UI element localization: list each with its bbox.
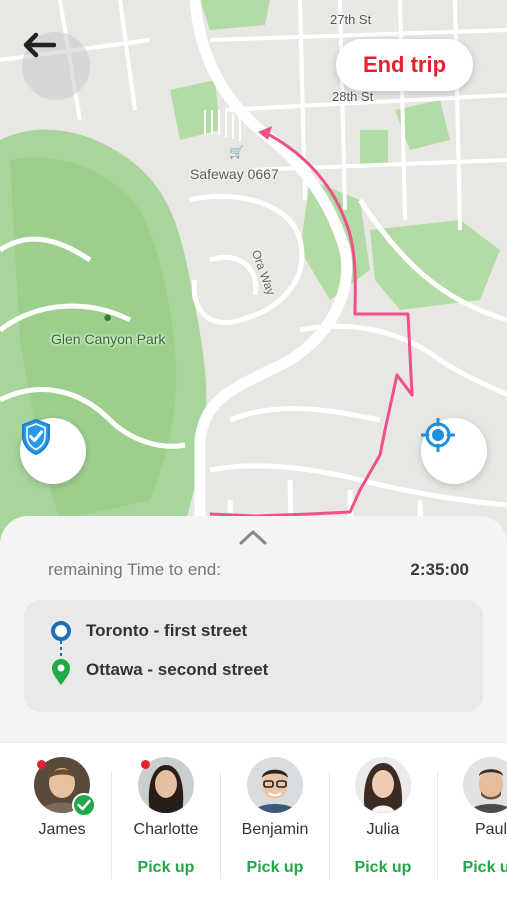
- pick-up-button[interactable]: Pick up: [437, 859, 507, 877]
- online-indicator: [141, 760, 150, 769]
- person-avatar-icon: [247, 757, 303, 813]
- online-indicator: [37, 760, 46, 769]
- pick-up-button[interactable]: Pick up: [112, 859, 220, 877]
- rider-name: Julia: [366, 821, 400, 838]
- locate-me-button[interactable]: [421, 418, 487, 484]
- park-label: Glen Canyon Park: [51, 331, 166, 347]
- pick-up-button[interactable]: Pick up: [221, 859, 329, 877]
- avatar[interactable]: [463, 757, 507, 813]
- destination-address: Ottawa - second street: [86, 660, 269, 679]
- rider-card[interactable]: Julia Pick up: [329, 757, 437, 887]
- avatar[interactable]: [247, 757, 303, 813]
- route-card: [24, 600, 483, 712]
- origin-address: Toronto - first street: [86, 621, 248, 640]
- crosshair-icon: [421, 418, 455, 452]
- back-button[interactable]: [22, 32, 90, 100]
- poi-store-label: Safeway 0667: [190, 166, 279, 182]
- rider-name: Paul: [474, 821, 507, 838]
- rider-name: James: [38, 821, 86, 838]
- map-view[interactable]: 27th St 28th St 🛒 Safeway 0667 Ora Way ●…: [0, 0, 507, 560]
- origin-circle-icon: [51, 621, 71, 641]
- checkmark-icon: [72, 793, 96, 817]
- arrow-left-icon: [23, 32, 56, 58]
- destination-pin-icon: [52, 659, 70, 685]
- end-trip-button[interactable]: End trip: [336, 39, 473, 91]
- rider-card[interactable]: Paul Pick up: [437, 757, 507, 887]
- avatar[interactable]: [355, 757, 411, 813]
- remaining-time-value: 2:35:00: [410, 560, 469, 579]
- remaining-time-label: remaining Time to end:: [48, 560, 221, 579]
- safety-button[interactable]: [20, 418, 86, 484]
- rider-card[interactable]: Charlotte Pick up: [112, 757, 220, 887]
- rider-card[interactable]: James: [8, 757, 116, 887]
- shopping-cart-icon: 🛒: [229, 145, 244, 159]
- person-avatar-icon: [463, 757, 507, 813]
- street-label-27th: 27th St: [330, 12, 372, 27]
- shield-check-icon: [22, 418, 50, 456]
- chevron-up-icon[interactable]: [238, 528, 268, 546]
- tree-icon: ●: [103, 309, 113, 326]
- riders-strip[interactable]: James Charlotte Pick up Benjamin Pick up…: [0, 742, 507, 900]
- pick-up-button[interactable]: Pick up: [329, 859, 437, 877]
- rider-name: Benjamin: [241, 821, 309, 838]
- rider-name: Charlotte: [133, 821, 199, 838]
- street-label-28th: 28th St: [332, 89, 374, 104]
- rider-card[interactable]: Benjamin Pick up: [221, 757, 329, 887]
- person-avatar-icon: [355, 757, 411, 813]
- route-connector: [60, 641, 62, 657]
